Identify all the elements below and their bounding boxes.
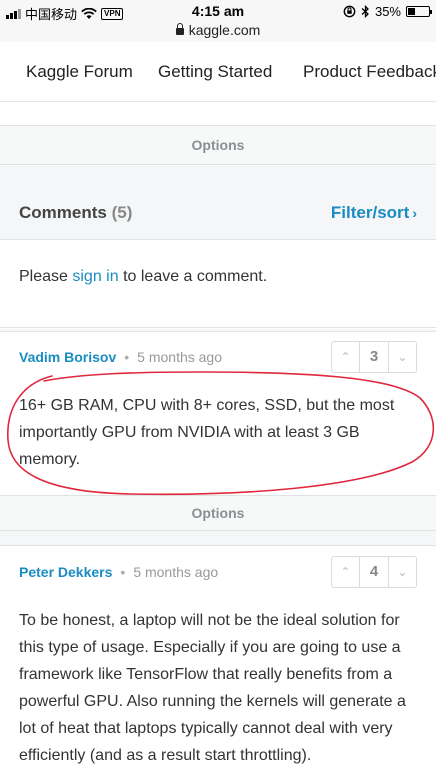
url-text: kaggle.com bbox=[188, 22, 261, 38]
downvote-icon[interactable]: ⌄ bbox=[388, 342, 416, 372]
comment-meta: Vadim Borisov • 5 months ago bbox=[19, 349, 222, 365]
upvote-icon[interactable]: ⌃ bbox=[332, 342, 360, 372]
comments-title-text: Comments bbox=[19, 203, 107, 222]
battery-fill bbox=[408, 8, 415, 15]
comment-meta: Peter Dekkers • 5 months ago bbox=[19, 564, 218, 580]
signin-link[interactable]: sign in bbox=[72, 268, 118, 285]
filter-sort-label: Filter/sort bbox=[330, 203, 410, 222]
comment-author[interactable]: Vadim Borisov bbox=[19, 349, 116, 365]
options-button[interactable]: Options bbox=[0, 495, 436, 531]
nav-item-getting-started[interactable]: Getting Started bbox=[158, 62, 272, 82]
separator-dot: • bbox=[120, 564, 126, 580]
vote-count: 4 bbox=[369, 563, 379, 580]
signin-prefix: Please bbox=[19, 268, 73, 285]
comment-time: 5 months ago bbox=[137, 349, 223, 365]
upvote-icon[interactable]: ⌃ bbox=[332, 557, 360, 587]
divider-band bbox=[0, 531, 436, 545]
comment-body: 16+ GB RAM, CPU with 8+ cores, SSD, but … bbox=[19, 397, 395, 468]
spacer bbox=[0, 102, 436, 124]
signin-suffix: to leave a comment. bbox=[118, 268, 268, 285]
forum-nav: Kaggle Forum Getting Started Product Fee… bbox=[0, 42, 436, 102]
vote-widget: ⌃ 3 ⌄ bbox=[331, 341, 417, 373]
status-bar: 中国移动 VPN 4:15 am 35% bbox=[0, 0, 436, 24]
comment-time: 5 months ago bbox=[133, 564, 219, 580]
comment-author[interactable]: Peter Dekkers bbox=[19, 564, 112, 580]
signin-prompt: Please sign in to leave a comment. bbox=[0, 240, 436, 328]
nav-item-product-feedback[interactable]: Product Feedback bbox=[303, 62, 436, 82]
comment-item: Peter Dekkers • 5 months ago ⌃ 4 ⌄ To be h… bbox=[0, 545, 436, 776]
comments-title: Comments (5) bbox=[19, 203, 132, 223]
downvote-icon[interactable]: ⌄ bbox=[388, 557, 416, 587]
battery-icon bbox=[406, 6, 432, 17]
chevron-right-icon: › bbox=[412, 205, 417, 221]
status-right: 35% bbox=[343, 4, 432, 19]
signin-text: Please sign in to leave a comment. bbox=[19, 268, 267, 286]
bluetooth-icon bbox=[361, 5, 369, 18]
comment-body: To be honest, a laptop will not be the i… bbox=[19, 612, 406, 764]
orientation-lock-icon bbox=[343, 5, 356, 18]
vote-count: 3 bbox=[369, 348, 379, 365]
filter-sort-button[interactable]: Filter/sort › bbox=[331, 203, 417, 223]
comments-count: (5) bbox=[111, 203, 133, 222]
nav-item-kaggle-forum[interactable]: Kaggle Forum bbox=[26, 62, 133, 82]
comments-header: Comments (5) Filter/sort › bbox=[0, 166, 436, 240]
comment-item: Vadim Borisov • 5 months ago ⌃ 3 ⌄ 16+ GB … bbox=[0, 331, 436, 495]
lock-icon bbox=[175, 23, 184, 35]
separator-dot: • bbox=[124, 349, 130, 365]
battery-percent: 35% bbox=[374, 4, 401, 19]
options-button[interactable]: Options bbox=[0, 125, 436, 165]
url-bar[interactable]: kaggle.com bbox=[0, 22, 436, 42]
vote-widget: ⌃ 4 ⌄ bbox=[331, 556, 417, 588]
